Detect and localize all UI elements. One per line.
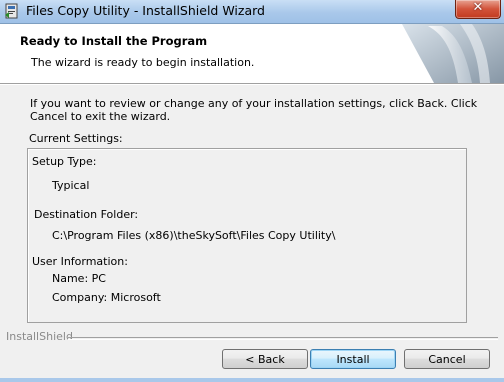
banner-graphic-icon [402, 24, 504, 83]
close-window-button[interactable]: ✕ [455, 0, 501, 19]
destination-folder-value: C:\Program Files (x86)\theSkySoft\Files … [52, 229, 336, 242]
install-button[interactable]: Install [310, 349, 396, 369]
cancel-button[interactable]: Cancel [404, 349, 490, 369]
setup-type-label: Setup Type: [32, 155, 97, 168]
setup-type-value: Typical [52, 179, 90, 192]
settings-summary-box[interactable]: Setup Type: Typical Destination Folder: … [27, 148, 467, 323]
back-button[interactable]: < Back [222, 349, 308, 369]
banner-divider [0, 84, 504, 85]
banner-description: The wizard is ready to begin installatio… [31, 56, 255, 69]
current-settings-label: Current Settings: [29, 132, 123, 145]
close-icon: ✕ [472, 0, 484, 15]
destination-folder-label: Destination Folder: [34, 208, 139, 221]
window-frame-bottom [0, 378, 504, 382]
user-name-value: Name: PC [52, 272, 106, 285]
window-title: Files Copy Utility - InstallShield Wizar… [26, 3, 265, 18]
banner-title: Ready to Install the Program [20, 34, 208, 48]
intro-text: If you want to review or change any of y… [30, 97, 478, 123]
wizard-banner: Ready to Install the Program The wizard … [0, 24, 504, 84]
footer-divider [68, 337, 498, 340]
title-bar: Files Copy Utility - InstallShield Wizar… [0, 0, 504, 24]
company-value: Company: Microsoft [52, 291, 161, 304]
installshield-brand: InstallShield [6, 330, 73, 343]
installer-app-icon[interactable] [4, 3, 19, 19]
user-information-label: User Information: [32, 255, 128, 268]
